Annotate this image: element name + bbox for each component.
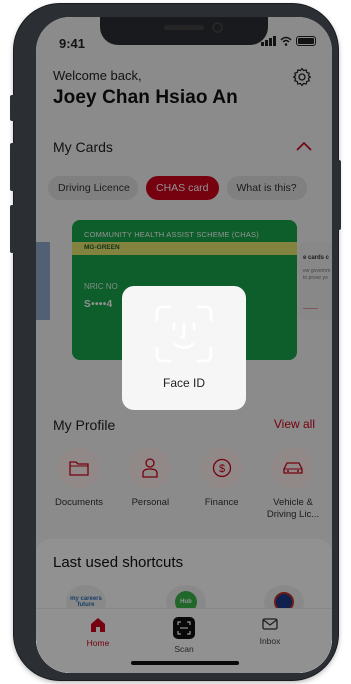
faceid-icon [155,305,213,363]
app-screen: 9:41 Welcome back, Joey Chan Hsiao An My… [36,17,332,673]
faceid-dialog: Face ID [122,286,246,410]
volume-down-button [10,205,15,253]
volume-up-button [10,143,15,191]
faceid-label: Face ID [162,376,205,390]
power-button [336,160,341,230]
mute-switch [10,95,15,121]
